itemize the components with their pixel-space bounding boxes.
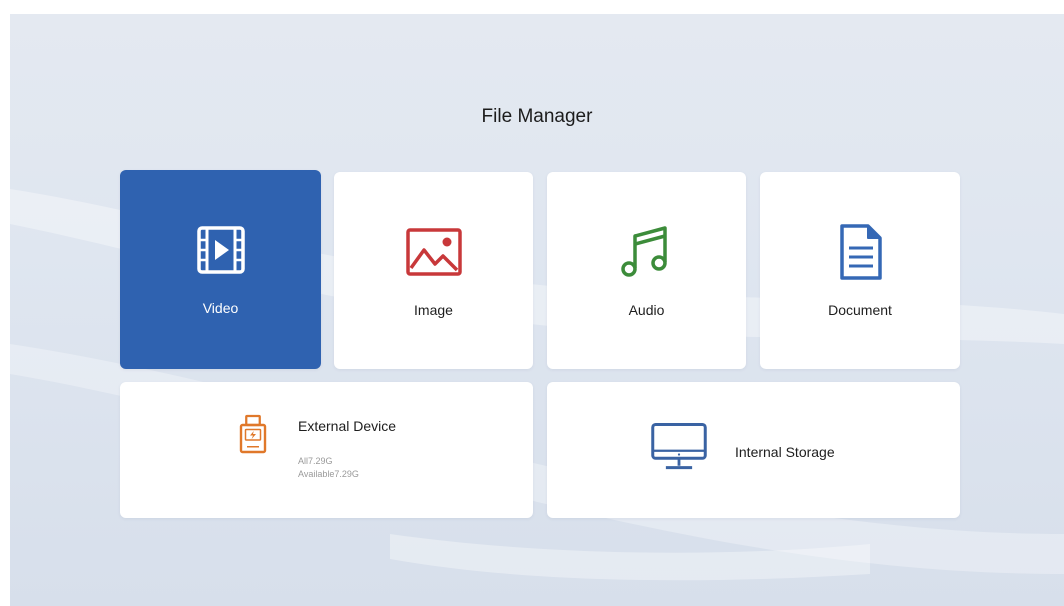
category-label-audio: Audio	[628, 302, 665, 318]
storage-tile-external-device[interactable]: External Device All7.29G Available7.29G	[120, 382, 533, 518]
monitor-icon	[651, 423, 707, 470]
category-label-document: Document	[828, 302, 892, 318]
external-device-label: External Device	[298, 418, 397, 434]
usb-drive-icon	[239, 414, 267, 454]
category-label-image: Image	[414, 302, 453, 318]
screen: File Manager Video Image Audio Document …	[0, 0, 1064, 606]
category-label-video: Video	[202, 300, 239, 316]
file-manager-window: File Manager Video Image Audio Document …	[10, 14, 1064, 606]
category-tile-document[interactable]: Document	[760, 172, 960, 369]
storage-tile-internal-storage[interactable]: Internal Storage	[547, 382, 960, 518]
document-icon	[840, 224, 882, 280]
category-tile-image[interactable]: Image	[334, 172, 533, 369]
category-tile-audio[interactable]: Audio	[547, 172, 746, 369]
external-device-available: Available7.29G	[298, 469, 359, 479]
category-tile-video[interactable]: Video	[120, 170, 321, 369]
video-icon	[196, 226, 245, 274]
external-device-all: All7.29G	[298, 456, 333, 466]
image-icon	[405, 228, 462, 276]
internal-storage-label: Internal Storage	[735, 444, 835, 460]
page-title: File Manager	[481, 106, 593, 127]
music-note-icon	[620, 226, 667, 277]
